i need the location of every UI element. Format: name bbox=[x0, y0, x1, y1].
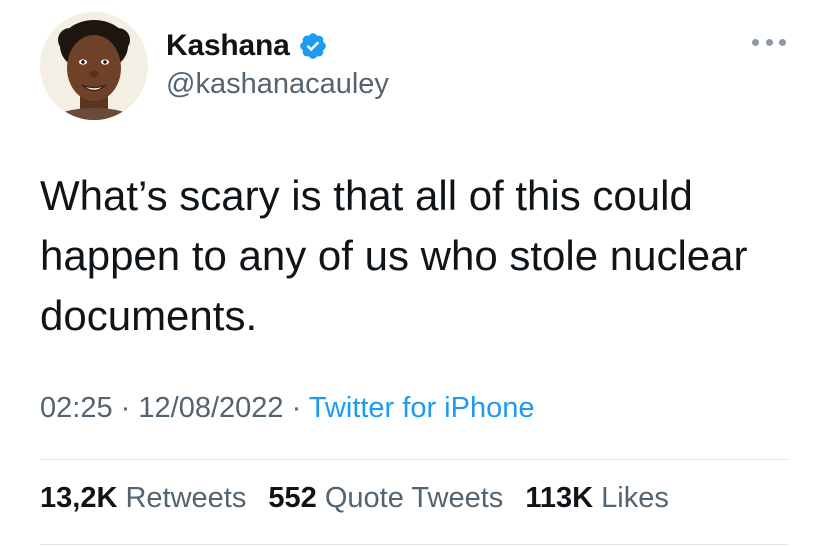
quote-tweets-stat[interactable]: 552 Quote Tweets bbox=[268, 482, 503, 514]
meta-separator: · bbox=[291, 392, 302, 424]
avatar[interactable] bbox=[40, 12, 148, 120]
author-name-row: Kashana bbox=[166, 26, 328, 66]
tweet-text: What’s scary is that all of this could h… bbox=[40, 172, 748, 339]
divider bbox=[40, 544, 788, 545]
author-handle[interactable]: @kashanacauley bbox=[166, 68, 389, 101]
more-dot bbox=[779, 38, 786, 46]
retweets-stat[interactable]: 13,2K Retweets bbox=[40, 482, 246, 514]
likes-count: 113K bbox=[525, 482, 594, 514]
tweet-source-link[interactable]: Twitter for iPhone bbox=[309, 392, 535, 424]
more-options-icon[interactable] bbox=[752, 34, 786, 50]
verified-badge-icon bbox=[298, 31, 328, 61]
avatar-photo bbox=[40, 12, 148, 120]
quote-tweets-count: 552 bbox=[268, 482, 317, 514]
tweet-date[interactable]: 12/08/2022 bbox=[138, 392, 283, 424]
retweets-count: 13,2K bbox=[40, 482, 118, 514]
likes-label: Likes bbox=[601, 482, 669, 514]
author-display-name[interactable]: Kashana bbox=[166, 29, 290, 63]
more-dot bbox=[765, 38, 773, 46]
tweet-stats: 13,2K Retweets 552 Quote Tweets 113K Lik… bbox=[40, 482, 683, 515]
likes-stat[interactable]: 113K Likes bbox=[525, 482, 669, 514]
tweet-meta: 02:25 · 12/08/2022 · Twitter for iPhone bbox=[40, 392, 534, 425]
tweet-time[interactable]: 02:25 bbox=[40, 392, 113, 424]
retweets-label: Retweets bbox=[125, 482, 247, 514]
divider bbox=[40, 459, 788, 460]
quote-tweets-label: Quote Tweets bbox=[324, 482, 504, 514]
meta-separator: · bbox=[120, 392, 131, 424]
more-dot bbox=[752, 38, 759, 46]
